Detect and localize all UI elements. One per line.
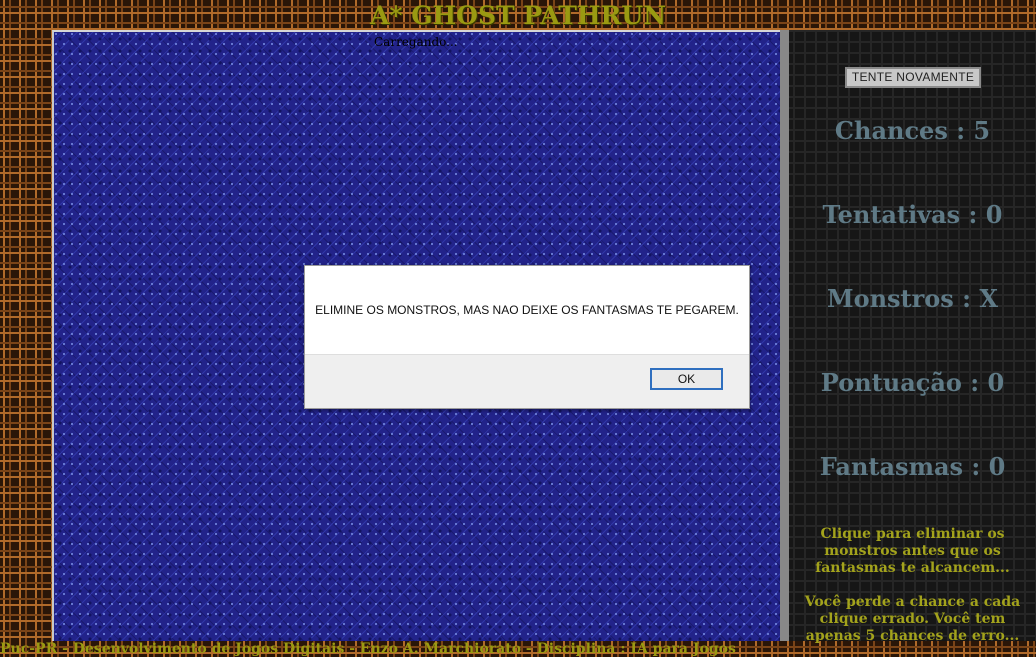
- hint-chances-text: Você perde a chance a cada clique errado…: [804, 594, 1021, 644]
- retry-button[interactable]: TENTE NOVAMENTE: [845, 67, 981, 88]
- alert-message: ELIMINE OS MONSTROS, MAS NAO DEIXE OS FA…: [315, 303, 739, 317]
- footer-credits: Puc-PR - Desenvolvimento de Jogos Digita…: [0, 641, 736, 657]
- ok-button[interactable]: OK: [650, 368, 723, 390]
- loading-text: Carregando...: [374, 35, 458, 49]
- chances-counter: Chances : 5: [834, 116, 991, 145]
- page-title: A* GHOST PATHRUN: [370, 1, 666, 30]
- side-panel: TENTE NOVAMENTE Chances : 5 Tentativas :…: [789, 30, 1036, 644]
- pontuacao-counter: Pontuação : 0: [820, 368, 1005, 397]
- alert-footer: OK: [305, 354, 749, 408]
- hint-click-text: Clique para eliminar os monstros antes q…: [815, 526, 1010, 576]
- fantasmas-counter: Fantasmas : 0: [819, 452, 1006, 481]
- tentativas-counter: Tentativas : 0: [822, 200, 1003, 229]
- alert-dialog: ELIMINE OS MONSTROS, MAS NAO DEIXE OS FA…: [304, 265, 750, 409]
- panel-divider: [780, 30, 789, 641]
- page-header: A* GHOST PATHRUN: [0, 0, 1036, 31]
- monstros-counter: Monstros : X: [827, 284, 998, 313]
